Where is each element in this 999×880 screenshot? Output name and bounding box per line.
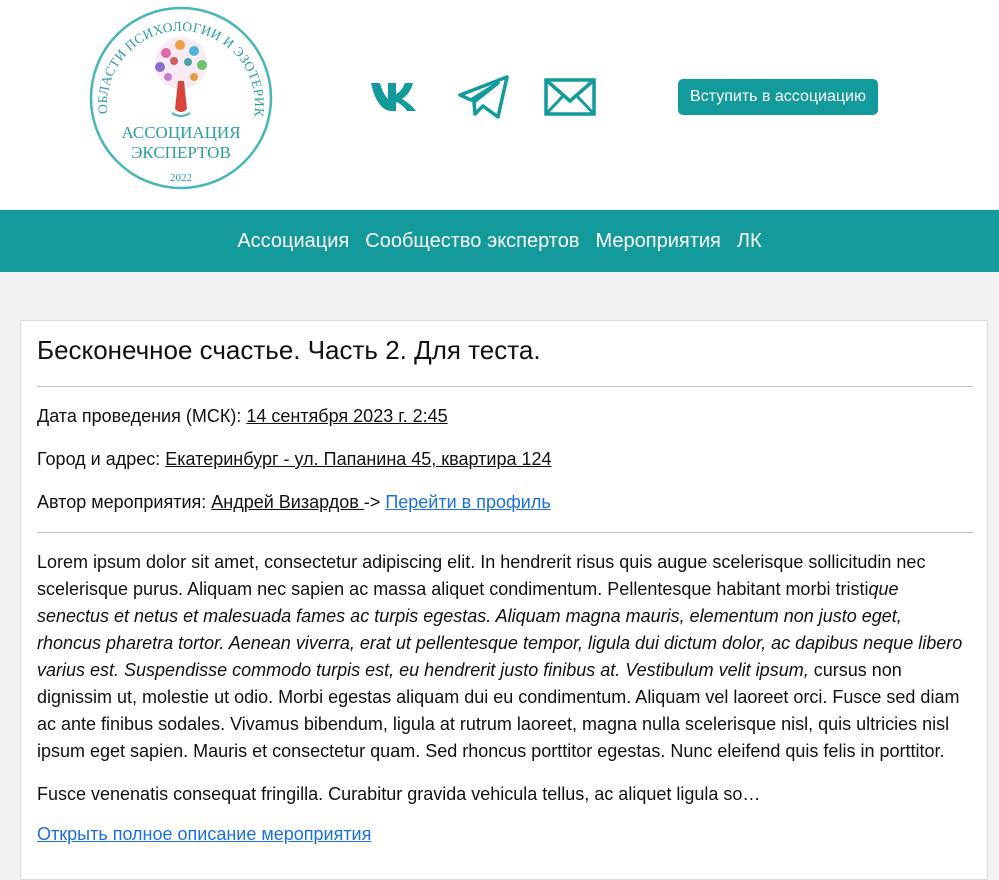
description-text: Lorem ipsum dolor sit amet, consectetur … — [37, 552, 926, 599]
mail-icon — [544, 78, 596, 116]
site-header: В ОБЛАСТИ ПСИХОЛОГИИ И ЭЗОТЕРИКИ АССОЦИА… — [0, 0, 999, 210]
event-description: Lorem ipsum dolor sit amet, consectetur … — [37, 549, 967, 765]
nav-item-events[interactable]: Мероприятия — [596, 230, 721, 253]
event-date-label: Дата проведения (МСК): — [37, 406, 247, 426]
divider — [37, 386, 973, 387]
event-author-label: Автор мероприятия: — [37, 492, 212, 512]
open-full-description-link[interactable]: Открыть полное описание мероприятия — [37, 824, 371, 845]
join-association-button[interactable]: Вступить в ассоциацию — [678, 79, 878, 115]
main-nav: Ассоциация Сообщество экспертов Мероприя… — [0, 210, 999, 272]
arrow-text: -> — [363, 492, 381, 512]
event-address-label: Город и адрес: — [37, 449, 166, 469]
event-title: Бесконечное счастье. Часть 2. Для теста. — [37, 335, 541, 365]
nav-item-expert-community[interactable]: Сообщество экспертов — [365, 230, 579, 253]
event-author-row: Автор мероприятия: Андрей Визардов -> Пе… — [37, 492, 551, 513]
event-author-name[interactable]: Андрей Визардов — [211, 492, 364, 512]
author-profile-link[interactable]: Перейти в профиль — [385, 492, 550, 512]
logo-name-line1: АССОЦИАЦИЯ — [121, 123, 240, 142]
telegram-link[interactable] — [456, 72, 512, 122]
logo-year: 2022 — [170, 172, 192, 184]
mail-link[interactable] — [542, 72, 598, 122]
telegram-icon — [458, 75, 509, 119]
event-date-row: Дата проведения (МСК): 14 сентября 2023 … — [37, 406, 448, 427]
vk-link[interactable] — [368, 72, 424, 122]
event-card: Бесконечное счастье. Часть 2. Для теста.… — [20, 320, 988, 880]
logo-name-line2: ЭКСПЕРТОВ — [131, 143, 231, 162]
event-description-excerpt: Fusce venenatis consequat fringilla. Cur… — [37, 784, 761, 804]
divider — [37, 532, 973, 533]
event-date-value[interactable]: 14 сентября 2023 г. 2:45 — [246, 406, 447, 426]
nav-item-association[interactable]: Ассоциация — [237, 230, 349, 253]
event-address-value[interactable]: Екатеринбург - ул. Папанина 45, квартира… — [165, 449, 551, 469]
event-address-row: Город и адрес: Екатеринбург - ул. Папани… — [37, 449, 552, 470]
nav-item-personal-account[interactable]: ЛК — [737, 230, 762, 253]
vk-icon — [371, 83, 416, 111]
association-logo[interactable]: В ОБЛАСТИ ПСИХОЛОГИИ И ЭЗОТЕРИКИ АССОЦИА… — [88, 5, 274, 191]
